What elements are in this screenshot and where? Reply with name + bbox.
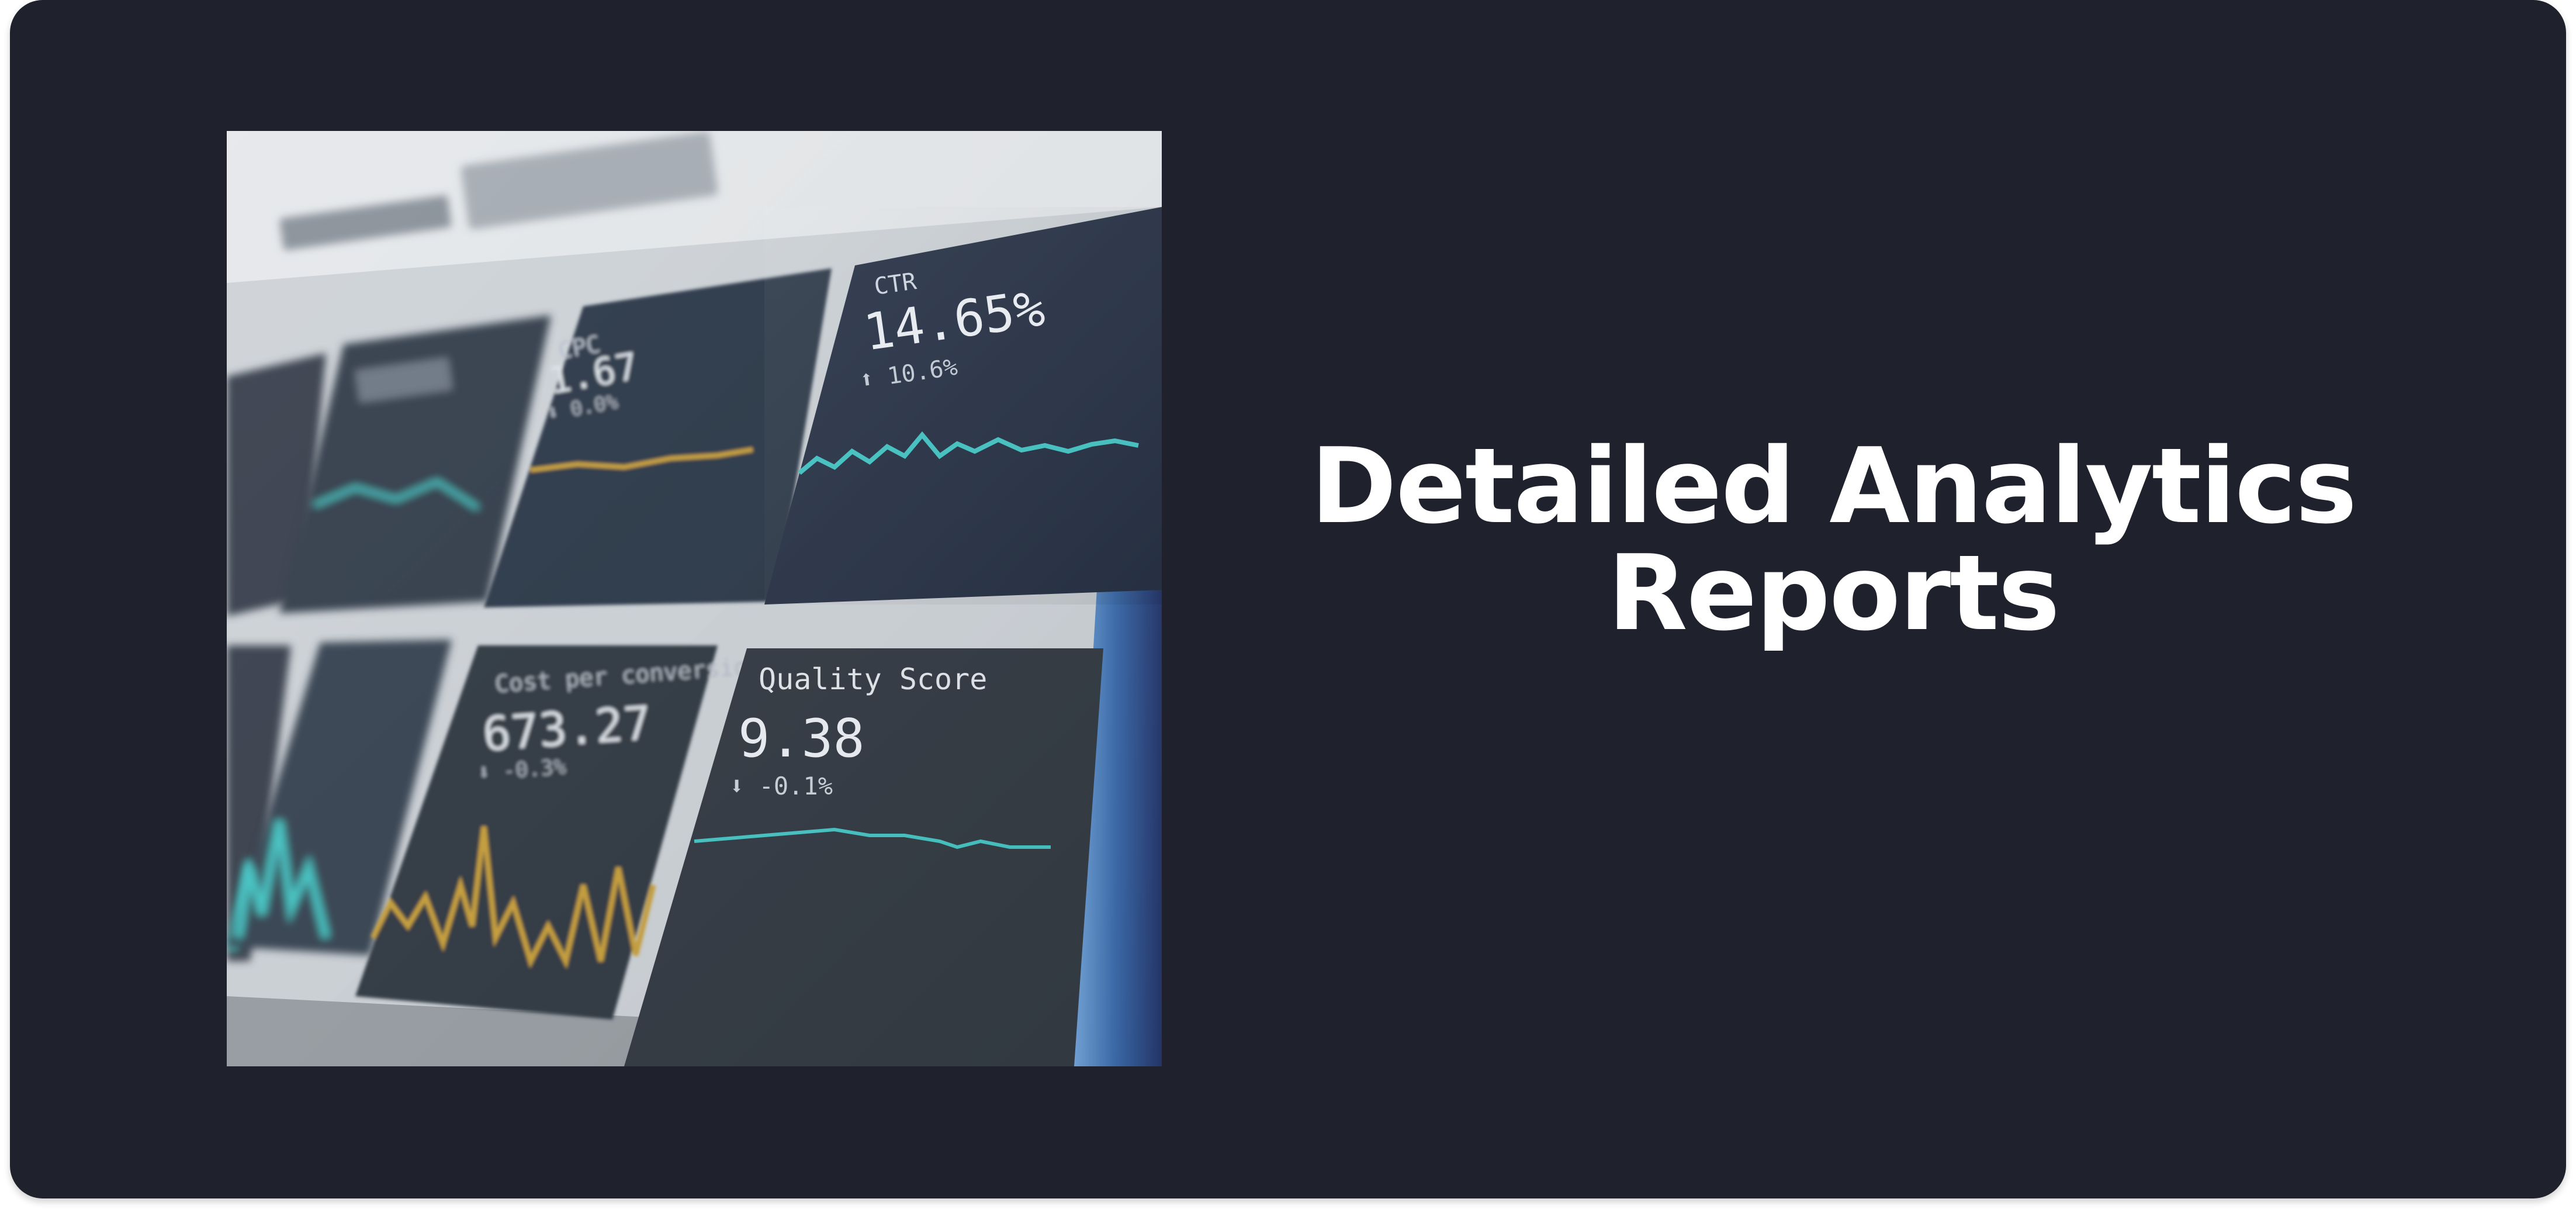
title-line-1: Detailed Analytics xyxy=(1310,426,2357,547)
dashboard-photo-illustration: CPC 1.67 ⬇ 0.0% CTR 14.65% ⬆ 10.6% Cost … xyxy=(227,131,1162,1066)
title-line-2: Reports xyxy=(1607,533,2060,654)
page-title: Detailed Analytics Reports xyxy=(1249,433,2418,647)
analytics-dashboard-photo: CPC 1.67 ⬇ 0.0% CTR 14.65% ⬆ 10.6% Cost … xyxy=(227,131,1162,1066)
feature-card: CPC 1.67 ⬇ 0.0% CTR 14.65% ⬆ 10.6% Cost … xyxy=(10,0,2566,1198)
